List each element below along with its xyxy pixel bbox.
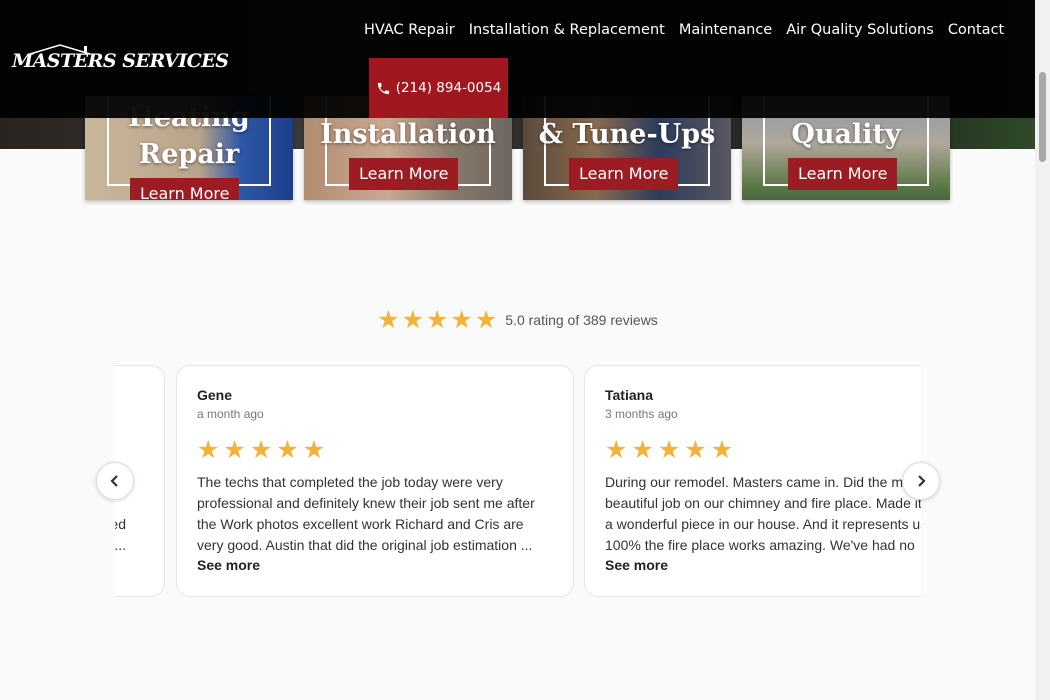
logo-text: MASTERS SERVICES bbox=[12, 50, 229, 72]
carousel-prev-button[interactable] bbox=[96, 462, 134, 500]
review-stars: ★ ★ ★ ★ ★ bbox=[197, 436, 553, 464]
learn-more-button[interactable]: Learn More bbox=[569, 158, 679, 190]
phone-number: (214) 894-0054 bbox=[395, 80, 502, 96]
star-icon: ★ bbox=[657, 435, 681, 464]
nav-maintenance[interactable]: Maintenance bbox=[679, 18, 772, 42]
see-more-link[interactable]: See more bbox=[197, 556, 260, 574]
nav-hvac-repair[interactable]: HVAC Repair bbox=[364, 18, 455, 42]
phone-icon bbox=[377, 82, 389, 94]
card-title: & Tune-Ups bbox=[538, 119, 716, 150]
carousel-next-button[interactable] bbox=[902, 462, 940, 500]
star-icon: ★ bbox=[223, 435, 246, 464]
main-nav: HVAC Repair Installation & Replacement M… bbox=[364, 18, 1004, 42]
review-date: a month ago bbox=[197, 407, 264, 421]
scrollbar-thumb[interactable] bbox=[1039, 72, 1046, 162]
star-icon: ★ bbox=[450, 305, 473, 334]
nav-contact[interactable]: Contact bbox=[948, 18, 1004, 42]
card-title: Installation bbox=[320, 119, 496, 150]
page-scrollbar[interactable] bbox=[1035, 0, 1050, 700]
star-icon: ★ bbox=[249, 435, 273, 464]
review-text: The techs that completed the job today w… bbox=[197, 474, 535, 553]
star-icon: ★ bbox=[631, 435, 654, 464]
rating-summary: ★ ★ ★ ★ ★ 5.0 rating of 389 reviews bbox=[0, 306, 1035, 334]
see-more-link[interactable]: See more bbox=[605, 556, 668, 574]
star-icon: ★ bbox=[710, 435, 734, 464]
star-icon: ★ bbox=[426, 305, 449, 334]
rating-text: 5.0 rating of 389 reviews bbox=[505, 312, 658, 328]
reviews-carousel: ed ... Gene a month ago ★ ★ ★ ★ ★ The te… bbox=[115, 364, 921, 600]
rating-stars: ★ ★ ★ ★ ★ bbox=[377, 306, 497, 334]
star-icon: ★ bbox=[684, 435, 707, 464]
star-icon: ★ bbox=[302, 435, 326, 464]
review-card[interactable]: Tatiana 3 months ago ★ ★ ★ ★ ★ During ou… bbox=[584, 365, 921, 597]
reviewer-name: Gene bbox=[197, 387, 233, 403]
learn-more-button[interactable]: Learn More bbox=[349, 158, 459, 190]
site-header: MASTERS SERVICES HVAC Repair Installatio… bbox=[0, 0, 1035, 118]
star-icon: ★ bbox=[401, 305, 425, 334]
logo[interactable]: MASTERS SERVICES bbox=[12, 42, 229, 76]
learn-more-button[interactable]: Learn More bbox=[788, 158, 898, 190]
learn-more-button[interactable]: Learn More bbox=[130, 178, 240, 200]
star-icon: ★ bbox=[474, 305, 498, 334]
review-text: ed ... bbox=[115, 516, 126, 553]
card-title-line2: Repair bbox=[138, 139, 240, 170]
review-stars: ★ ★ ★ ★ ★ bbox=[605, 436, 921, 464]
star-icon: ★ bbox=[276, 435, 299, 464]
nav-air-quality-solutions[interactable]: Air Quality Solutions bbox=[786, 18, 934, 42]
phone-button[interactable]: (214) 894-0054 bbox=[369, 58, 508, 118]
review-text: During our remodel. Masters came in. Did… bbox=[605, 474, 921, 553]
chevron-left-icon bbox=[110, 475, 118, 487]
card-title: Quality bbox=[791, 119, 901, 150]
chevron-right-icon bbox=[918, 475, 926, 487]
review-card[interactable]: Gene a month ago ★ ★ ★ ★ ★ The techs tha… bbox=[176, 365, 574, 597]
star-icon: ★ bbox=[197, 435, 220, 464]
nav-installation-replacement[interactable]: Installation & Replacement bbox=[469, 18, 665, 42]
review-date: 3 months ago bbox=[605, 407, 678, 421]
reviewer-name: Tatiana bbox=[605, 387, 653, 403]
star-icon: ★ bbox=[605, 435, 628, 464]
star-icon: ★ bbox=[377, 305, 400, 334]
